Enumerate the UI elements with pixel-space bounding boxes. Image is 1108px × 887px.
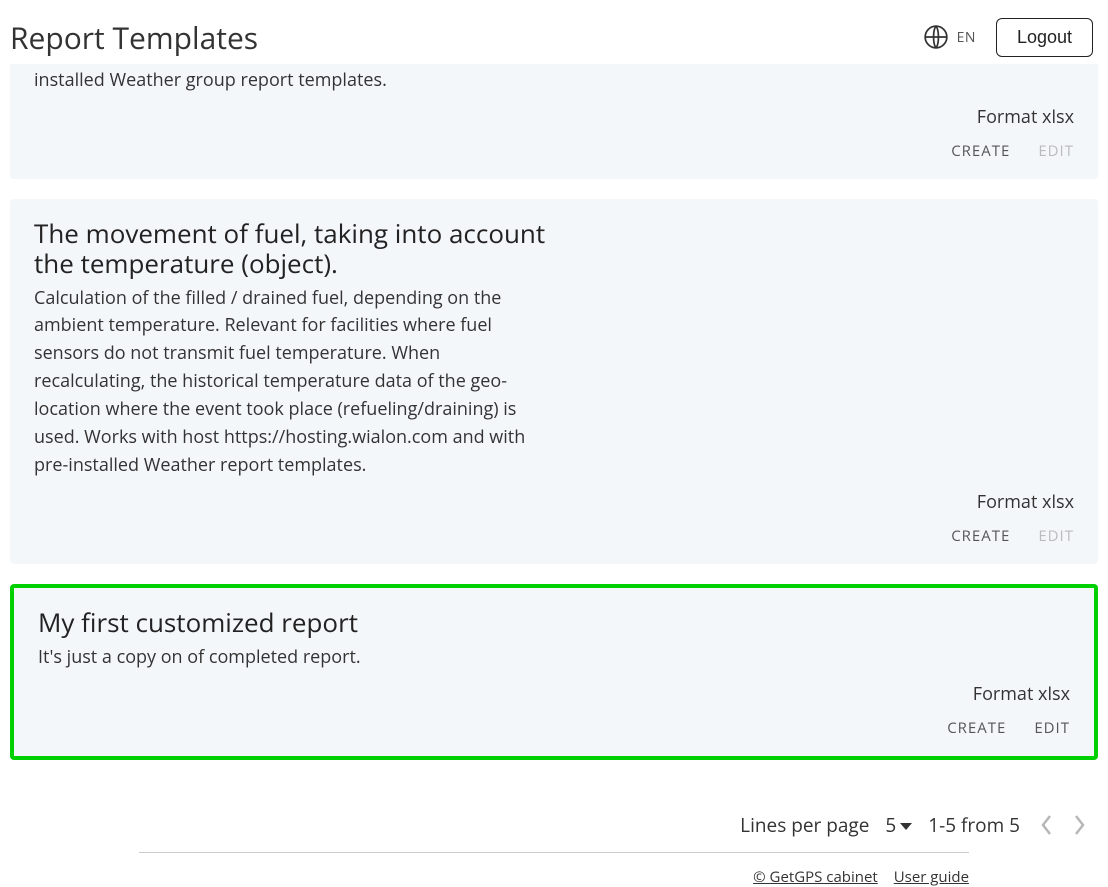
edit-button: Edit — [1038, 141, 1074, 161]
create-button[interactable]: Create — [951, 526, 1010, 546]
lines-per-page-value: 5 — [885, 812, 896, 838]
card-format: Format xlsx — [38, 682, 1070, 706]
card-format: Format xlsx — [34, 105, 1074, 129]
language-selector[interactable]: EN — [923, 24, 976, 50]
cards-scroll-area[interactable]: used. Works with host https://hosting.wi… — [0, 64, 1108, 804]
report-card: The movement of fuel, taking into accoun… — [10, 199, 1098, 564]
lines-per-page-label: Lines per page — [740, 812, 869, 838]
pagination-bar: Lines per page 5 1-5 from 5 — [0, 804, 1108, 840]
card-format: Format xlsx — [34, 490, 1074, 514]
globe-icon — [923, 24, 949, 50]
prev-page-button — [1036, 810, 1058, 840]
edit-button: Edit — [1038, 526, 1074, 546]
cards-list: used. Works with host https://hosting.wi… — [10, 64, 1098, 760]
next-page-button — [1068, 810, 1090, 840]
report-card: My first customized report It's just a c… — [10, 584, 1098, 760]
card-description: Calculation of the filled / drained fuel… — [34, 285, 554, 480]
edit-button[interactable]: Edit — [1034, 718, 1070, 738]
card-actions: Create Edit — [34, 526, 1074, 546]
footer-link-cabinet[interactable]: © GetGPS cabinet — [753, 867, 878, 887]
footer: © GetGPS cabinet User guide — [139, 852, 969, 887]
card-description: used. Works with host https://hosting.wi… — [34, 64, 554, 95]
header-right: EN Logout — [923, 18, 1098, 57]
language-label: EN — [957, 28, 976, 47]
card-title: My first customized report — [38, 608, 558, 638]
card-title: The movement of fuel, taking into accoun… — [34, 219, 554, 279]
pagination-range: 1-5 from 5 — [928, 812, 1020, 838]
create-button[interactable]: Create — [947, 718, 1006, 738]
footer-link-guide[interactable]: User guide — [894, 867, 969, 887]
card-description: It's just a copy on of completed report. — [38, 644, 558, 672]
create-button[interactable]: Create — [951, 141, 1010, 161]
lines-per-page-select[interactable]: 5 — [885, 812, 912, 838]
card-actions: Create Edit — [34, 141, 1074, 161]
report-card: used. Works with host https://hosting.wi… — [10, 64, 1098, 179]
logout-button[interactable]: Logout — [996, 18, 1093, 57]
app-header: Report Templates EN Logout — [0, 0, 1108, 64]
page-title: Report Templates — [10, 17, 258, 58]
dropdown-icon — [900, 823, 912, 830]
card-actions: Create Edit — [38, 718, 1070, 738]
